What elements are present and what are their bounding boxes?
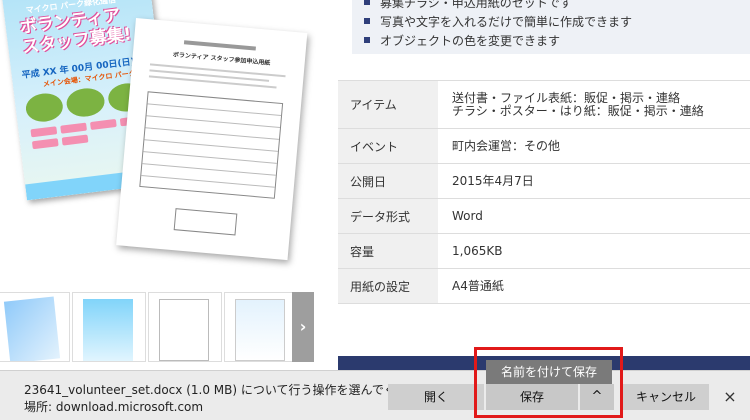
details-row-published: 公開日 2015年4月7日 bbox=[338, 164, 750, 199]
form-header-bar bbox=[183, 40, 256, 51]
details-row-item: アイテム 送付書・ファイル表紙：販促・掲示・連絡 チラシ・ポスター・はり紙：販促… bbox=[338, 81, 750, 129]
thumbnail-3[interactable] bbox=[148, 292, 222, 362]
feature-item: 写真や文字を入れるだけで簡単に作成できます bbox=[364, 13, 632, 30]
bullet-icon bbox=[364, 0, 370, 5]
details-key: アイテム bbox=[338, 81, 438, 128]
form-table bbox=[139, 91, 284, 199]
feature-item: 募集チラシ・申込用紙のセットです bbox=[364, 0, 572, 11]
thumbnail-4[interactable] bbox=[224, 292, 298, 362]
form-title: ボランティア スタッフ参加申込用紙 bbox=[172, 51, 271, 67]
details-table: アイテム 送付書・ファイル表紙：販促・掲示・連絡 チラシ・ポスター・はり紙：販促… bbox=[338, 80, 750, 304]
feature-item: オブジェクトの色を変更できます bbox=[364, 32, 560, 49]
close-icon[interactable]: × bbox=[718, 385, 742, 409]
thumbnail-2[interactable] bbox=[72, 292, 146, 362]
download-location: 場所: download.microsoft.com bbox=[24, 400, 204, 414]
bullet-icon bbox=[364, 18, 370, 24]
details-key: 容量 bbox=[338, 234, 438, 268]
cancel-button[interactable]: キャンセル bbox=[623, 384, 709, 410]
template-preview: マイクロ パーク緑化通信 ボランティア スタッフ募集! 平成 XX 年 00月 … bbox=[0, 0, 318, 292]
details-value: Word bbox=[452, 208, 483, 223]
bullet-icon bbox=[364, 37, 370, 43]
application-form-preview-image: ボランティア スタッフ参加申込用紙 bbox=[116, 18, 308, 261]
details-value: 町内会運営：その他 bbox=[452, 138, 561, 153]
feature-list: 募集チラシ・申込用紙のセットです 写真や文字を入れるだけで簡単に作成できます オ… bbox=[352, 0, 750, 54]
details-key: イベント bbox=[338, 129, 438, 163]
details-key: データ形式 bbox=[338, 199, 438, 233]
save-options-chevron-up-icon[interactable]: ^ bbox=[580, 384, 614, 410]
download-notification-bar: 23641_volunteer_set.docx (1.0 MB) について行う… bbox=[0, 370, 750, 420]
form-contact-box bbox=[173, 208, 238, 236]
open-button[interactable]: 開く bbox=[388, 384, 484, 410]
details-key: 公開日 bbox=[338, 164, 438, 198]
details-key: 用紙の設定 bbox=[338, 269, 438, 303]
download-message: 23641_volunteer_set.docx (1.0 MB) について行う… bbox=[24, 383, 444, 397]
details-row-paper: 用紙の設定 A4普通紙 bbox=[338, 269, 750, 304]
details-row-format: データ形式 Word bbox=[338, 199, 750, 234]
details-row-event: イベント 町内会運営：その他 bbox=[338, 129, 750, 164]
thumbnail-next-button[interactable]: › bbox=[292, 292, 314, 362]
save-button[interactable]: 保存 bbox=[486, 384, 578, 410]
details-value: 送付書・ファイル表紙：販促・掲示・連絡 チラシ・ポスター・はり紙：販促・掲示・連… bbox=[452, 90, 704, 118]
save-as-menu-item[interactable]: 名前を付けて保存 bbox=[486, 360, 612, 384]
thumbnail-1[interactable] bbox=[0, 292, 70, 362]
details-value: 1,065KB bbox=[452, 243, 503, 258]
details-value: 2015年4月7日 bbox=[452, 173, 534, 188]
details-row-size: 容量 1,065KB bbox=[338, 234, 750, 269]
details-value: A4普通紙 bbox=[452, 278, 504, 293]
thumbnail-strip: › bbox=[0, 292, 318, 370]
